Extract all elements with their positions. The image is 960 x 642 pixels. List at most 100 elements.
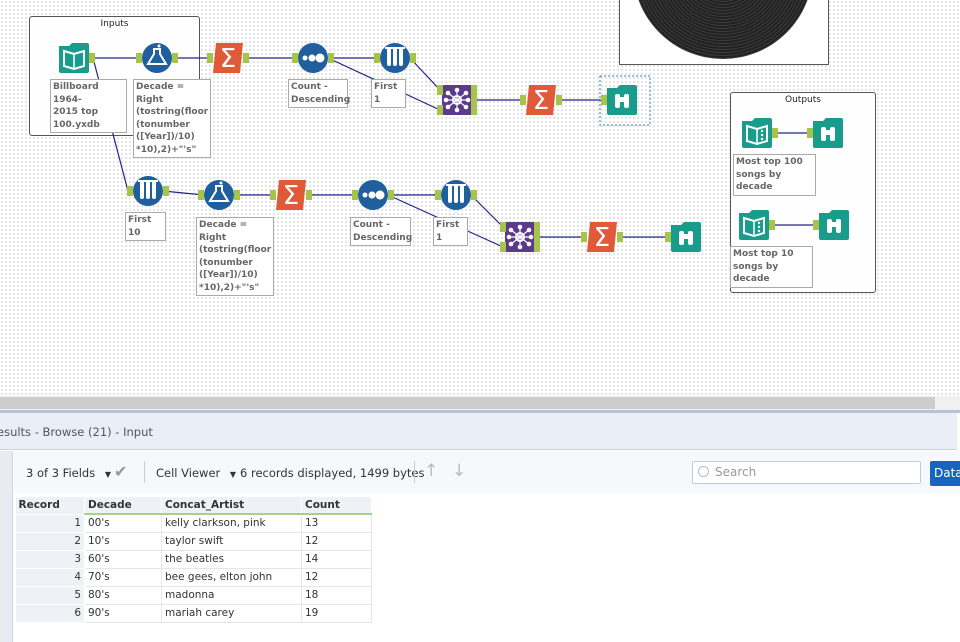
table-row[interactable]: 2 10's taylor swift 12 (15, 531, 372, 551)
anchor[interactable] (207, 53, 213, 63)
input-data-tool[interactable] (59, 43, 95, 73)
table-cell[interactable]: 1 (15, 513, 85, 533)
anchor[interactable] (234, 190, 240, 200)
table-cell[interactable]: 5 (15, 585, 85, 605)
output-2-browse-tool[interactable] (813, 210, 849, 240)
cell-viewer-dropdown[interactable]: Cell Viewer ▼ (156, 466, 236, 480)
anchor[interactable] (534, 222, 540, 232)
arrow-up-icon[interactable]: ↑ (424, 461, 438, 481)
table-cell[interactable]: 80's (84, 585, 162, 605)
anchor[interactable] (136, 53, 142, 63)
anchor[interactable] (328, 53, 334, 63)
anchor[interactable] (813, 220, 819, 230)
anchor[interactable] (617, 232, 623, 242)
table-row[interactable]: 1 00's kelly clarkson, pink 13 (15, 513, 372, 533)
table-cell[interactable]: 3 (15, 549, 85, 569)
anchor[interactable] (500, 222, 506, 232)
sample-tool[interactable] (374, 43, 416, 73)
anchor[interactable] (243, 53, 249, 63)
join-tool[interactable] (437, 85, 477, 115)
anchor[interactable] (471, 105, 477, 115)
summarize-tool-3[interactable]: Σ (270, 180, 312, 211)
workflow-canvas[interactable]: Inputs Outputs ΣΣΣΣ Billboard 1964- 2015… (0, 0, 960, 396)
anchor[interactable] (435, 190, 441, 200)
anchor[interactable] (437, 85, 443, 95)
sort-tool-2[interactable] (352, 180, 394, 210)
table-cell[interactable]: 19 (301, 603, 372, 623)
sample-first10-tool[interactable] (127, 176, 169, 206)
anchor[interactable] (374, 53, 380, 63)
anchor[interactable] (198, 190, 204, 200)
table-cell[interactable]: 13 (301, 513, 372, 533)
anchor[interactable] (471, 95, 477, 105)
table-cell[interactable]: kelly clarkson, pink (161, 513, 302, 533)
anchor[interactable] (581, 232, 587, 242)
fields-selector[interactable]: 3 of 3 Fields ▼ (26, 466, 111, 480)
column-header-count[interactable]: Count (301, 497, 372, 515)
table-cell[interactable]: 4 (15, 567, 85, 587)
table-cell[interactable]: 10's (84, 531, 162, 551)
sort-tool[interactable] (292, 43, 334, 73)
anchor[interactable] (270, 190, 276, 200)
anchor[interactable] (807, 128, 813, 138)
table-cell[interactable]: 70's (84, 567, 162, 587)
anchor[interactable] (89, 53, 95, 63)
anchor[interactable] (556, 95, 562, 105)
anchor[interactable] (410, 53, 416, 63)
table-cell[interactable]: taylor swift (161, 531, 302, 551)
table-row[interactable]: 6 90's mariah carey 19 (15, 603, 372, 623)
scrollbar-thumb[interactable] (0, 397, 935, 409)
formula-tool-2[interactable] (198, 180, 240, 210)
table-cell[interactable]: the beatles (161, 549, 302, 569)
table-cell[interactable]: 2 (15, 531, 85, 551)
data-button[interactable]: Data (930, 461, 960, 486)
anchor[interactable] (520, 95, 526, 105)
output-1-browse-tool[interactable] (807, 118, 843, 148)
anchor[interactable] (534, 232, 540, 242)
table-cell[interactable]: 6 (15, 603, 85, 623)
browse-tool-selected[interactable] (601, 85, 637, 115)
table-cell[interactable]: 12 (301, 531, 372, 551)
sample-tool-2[interactable] (435, 180, 477, 210)
table-cell[interactable]: 12 (301, 567, 372, 587)
anchor[interactable] (772, 128, 778, 138)
table-row[interactable]: 4 70's bee gees, elton john 12 (15, 567, 372, 587)
table-cell[interactable]: 90's (84, 603, 162, 623)
anchor[interactable] (471, 190, 477, 200)
table-cell[interactable]: madonna (161, 585, 302, 605)
formula-tool[interactable] (136, 43, 178, 73)
table-cell[interactable]: 00's (84, 513, 162, 533)
table-cell[interactable]: 60's (84, 549, 162, 569)
output-1-input-tool[interactable] (742, 118, 778, 148)
anchor[interactable] (163, 186, 169, 196)
anchor[interactable] (437, 105, 443, 115)
summarize-tool-4[interactable]: Σ (581, 222, 623, 253)
table-cell[interactable]: 18 (301, 585, 372, 605)
anchor[interactable] (601, 95, 607, 105)
connection-line[interactable] (162, 190, 205, 196)
anchor[interactable] (306, 190, 312, 200)
summarize-tool[interactable]: Σ (207, 43, 249, 74)
anchor[interactable] (665, 232, 671, 242)
browse-tool-2[interactable] (665, 222, 701, 252)
table-cell[interactable]: 14 (301, 549, 372, 569)
anchor[interactable] (388, 190, 394, 200)
table-row[interactable]: 3 60's the beatles 14 (15, 549, 372, 569)
anchor[interactable] (127, 186, 133, 196)
arrow-down-icon[interactable]: ↓ (452, 461, 466, 481)
column-header-record[interactable]: Record (15, 497, 85, 514)
table-row[interactable]: 5 80's madonna 18 (15, 585, 372, 605)
search-input[interactable]: Search (692, 461, 921, 484)
apply-check-icon[interactable]: ✔ (114, 462, 127, 481)
anchor[interactable] (769, 220, 775, 230)
join-tool-2[interactable] (500, 222, 540, 252)
anchor[interactable] (534, 242, 540, 252)
column-header-decade[interactable]: Decade (84, 497, 162, 515)
anchor[interactable] (500, 242, 506, 252)
anchor[interactable] (172, 53, 178, 63)
canvas-horizontal-scrollbar[interactable] (0, 396, 960, 410)
table-cell[interactable]: mariah carey (161, 603, 302, 623)
anchor[interactable] (292, 53, 298, 63)
column-header-concat_artist[interactable]: Concat_Artist (161, 497, 302, 515)
table-cell[interactable]: bee gees, elton john (161, 567, 302, 587)
